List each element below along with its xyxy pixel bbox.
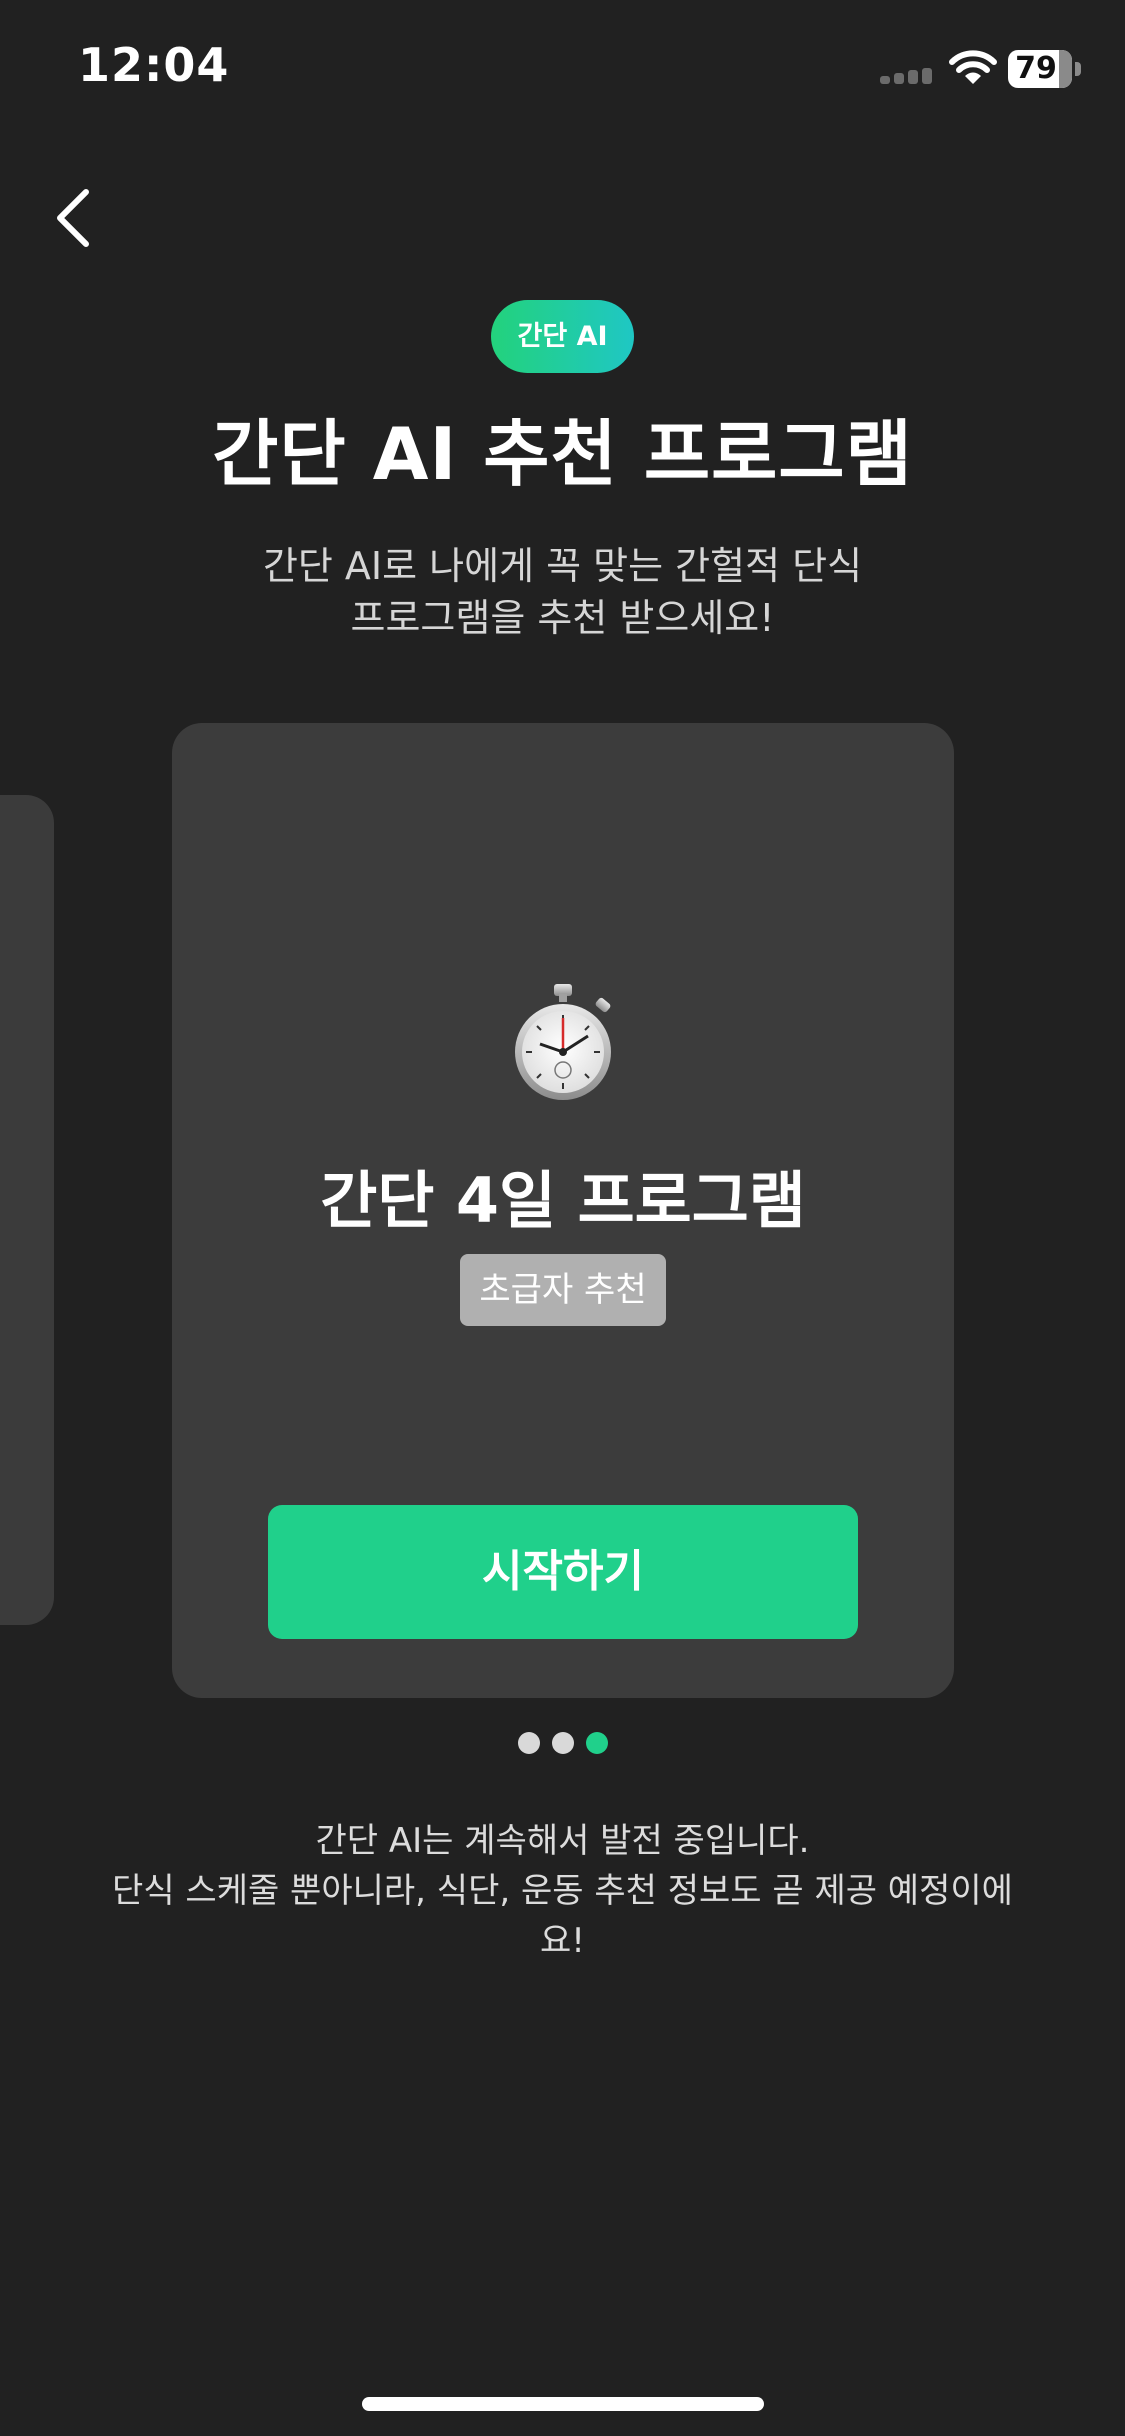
pagination-dot[interactable] (517, 1732, 540, 1754)
back-button[interactable] (44, 178, 104, 258)
home-indicator (362, 2397, 764, 2411)
program-card: 간단 4일 프로그램 초급자 추천 시작하기 (172, 723, 954, 1698)
page-subtitle: 간단 AI로 나에게 꼭 맞는 간헐적 단식 프로그램을 추천 받으세요! (0, 540, 1125, 644)
level-tag: 초급자 추천 (460, 1254, 666, 1326)
start-button[interactable]: 시작하기 (268, 1505, 858, 1639)
carousel-pagination (0, 1732, 1125, 1754)
program-title: 간단 4일 프로그램 (320, 1164, 806, 1237)
footer-line: 간단 AI는 계속해서 발전 중입니다. (315, 1821, 810, 1861)
status-bar: 12:04 79 (0, 0, 1125, 140)
subtitle-line: 프로그램을 추천 받으세요! (350, 596, 775, 640)
subtitle-line: 간단 AI로 나에게 꼭 맞는 간헐적 단식 (262, 544, 863, 588)
page-title: 간단 AI 추천 프로그램 (212, 412, 913, 496)
chevron-left-icon (57, 189, 89, 247)
pagination-dot-active[interactable] (585, 1732, 608, 1754)
footer-line: 요! (540, 1921, 585, 1961)
battery-icon: 79 (1008, 50, 1082, 88)
wifi-icon (949, 50, 997, 84)
footer-line: 단식 스케줄 뿐아니라, 식단, 운동 추천 정보도 곧 제공 예정이에 (112, 1871, 1013, 1911)
ai-badge: 간단 AI (491, 300, 634, 373)
cellular-signal-icon (880, 68, 936, 84)
footer-note: 간단 AI는 계속해서 발전 중입니다. 단식 스케줄 뿐아니라, 식단, 운동… (0, 1816, 1125, 1966)
pagination-dot[interactable] (551, 1732, 574, 1754)
status-time: 12:04 (78, 38, 230, 92)
stopwatch-icon (515, 984, 611, 1100)
previous-program-card[interactable] (0, 795, 54, 1625)
battery-level: 79 (1015, 51, 1057, 86)
